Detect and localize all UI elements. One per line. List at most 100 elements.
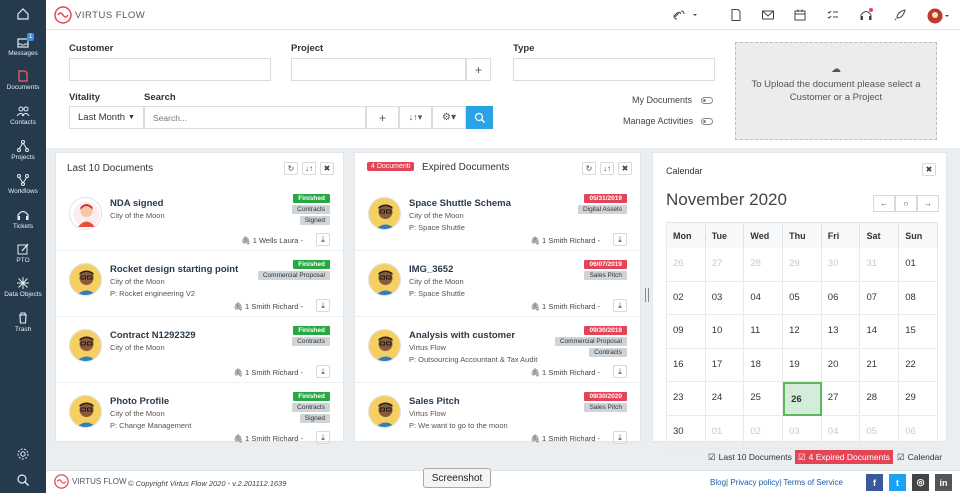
document-row[interactable]: Space Shuttle Schema City of the Moon P: S… [355, 185, 640, 251]
instagram-icon[interactable]: ◎ [912, 474, 929, 491]
calendar-day[interactable]: 04 [821, 415, 861, 449]
twitter-icon[interactable]: t [889, 474, 906, 491]
calendar-day[interactable]: 19 [783, 348, 822, 382]
document-name[interactable]: IMG_3652 [409, 264, 453, 275]
calendar-day[interactable]: 23 [667, 382, 706, 416]
nav-data-objects[interactable]: Data Objects [0, 274, 46, 308]
calendar-day[interactable]: 14 [860, 315, 900, 349]
download-button[interactable]: ⤓ [613, 299, 627, 312]
calendar-day[interactable]: 07 [860, 281, 900, 315]
document-name[interactable]: Contract N1292329 [110, 330, 196, 341]
facebook-icon[interactable]: f [866, 474, 883, 491]
document-name[interactable]: Analysis with customer [409, 330, 515, 341]
refresh-button[interactable]: ↻ [284, 162, 298, 175]
download-button[interactable]: ⤓ [316, 233, 330, 246]
calendar-day[interactable]: 11 [744, 315, 784, 349]
calendar-day[interactable]: 28 [744, 248, 784, 282]
refresh-button[interactable]: ↻ [582, 162, 596, 175]
nav-workflows[interactable]: Workflows [0, 171, 46, 205]
sort-button[interactable]: ↓↑▾ [399, 106, 432, 129]
calendar-day[interactable]: 27 [821, 382, 861, 416]
vitality-select[interactable]: Last Month ▼ [69, 106, 144, 129]
close-button[interactable]: ✖ [922, 163, 936, 176]
mail-icon[interactable] [761, 8, 775, 22]
document-name[interactable]: Space Shuttle Schema [409, 198, 511, 209]
rocket-icon[interactable] [893, 8, 907, 22]
calendar-day[interactable]: 06 [821, 281, 861, 315]
calendar-day[interactable]: 12 [783, 315, 822, 349]
settings-dropdown[interactable]: ⚙▾ [432, 106, 466, 129]
calendar-day[interactable]: 15 [899, 315, 938, 349]
tab-expired-documents[interactable]: ☑ 4 Expired Documents [795, 450, 893, 464]
add-project-button[interactable]: + [466, 58, 491, 81]
global-search-button[interactable] [0, 471, 46, 489]
calendar-day[interactable]: 08 [899, 281, 938, 315]
document-row[interactable]: Rocket design starting point City of the … [56, 251, 343, 317]
document-row[interactable]: Contract N1292329 City of the Moon Finishe… [56, 317, 343, 383]
calendar-day[interactable]: 10 [705, 315, 745, 349]
tab-last-documents[interactable]: ☑ Last 10 Documents [705, 450, 795, 464]
app-logo[interactable]: VIRTUS FLOW [54, 6, 145, 24]
nav-projects[interactable]: Projects [0, 137, 46, 171]
calendar-day[interactable]: 01 [705, 415, 745, 449]
calendar-day[interactable]: 26 [667, 248, 706, 282]
footer-links[interactable]: Blog| Privacy policy| Terms of Service [710, 478, 843, 487]
manage-activities-toggle[interactable] [701, 118, 713, 125]
download-button[interactable]: ⤓ [613, 365, 627, 378]
calendar-day[interactable]: 28 [860, 382, 900, 416]
sort-button[interactable]: ↓↑ [302, 162, 316, 175]
my-documents-toggle[interactable] [701, 97, 713, 104]
calendar-day[interactable]: 30 [667, 415, 706, 449]
calendar-day[interactable]: 03 [705, 281, 745, 315]
calendar-day[interactable]: 16 [667, 348, 706, 382]
type-input[interactable] [513, 58, 715, 81]
nav-trash[interactable]: Trash [0, 309, 46, 343]
calendar-icon[interactable] [793, 8, 807, 22]
calendar-day[interactable]: 03 [783, 415, 822, 449]
calendar-day[interactable]: 18 [744, 348, 784, 382]
nav-pto[interactable]: PTO [0, 240, 46, 274]
close-button[interactable]: ✖ [320, 162, 334, 175]
calendar-day[interactable]: 05 [783, 281, 822, 315]
document-name[interactable]: Photo Profile [110, 396, 169, 407]
calendar-day[interactable]: 31 [860, 248, 900, 282]
project-input[interactable] [291, 58, 466, 81]
tab-calendar[interactable]: ☑ Calendar [894, 450, 945, 464]
calendar-day[interactable]: 04 [744, 281, 784, 315]
prev-month-button[interactable]: ← [873, 195, 895, 212]
resize-handle[interactable] [645, 288, 649, 302]
user-avatar-menu[interactable] [927, 8, 949, 24]
calendar-day[interactable]: 09 [667, 315, 706, 349]
calendar-day-today[interactable]: 26 [783, 382, 822, 416]
calendar-day[interactable]: 20 [821, 348, 861, 382]
close-button[interactable]: ✖ [618, 162, 632, 175]
calendar-day[interactable]: 21 [860, 348, 900, 382]
document-name[interactable]: Sales Pitch [409, 396, 460, 407]
linkedin-icon[interactable]: in [935, 474, 952, 491]
download-button[interactable]: ⤓ [316, 365, 330, 378]
search-input[interactable] [144, 106, 366, 129]
calendar-day[interactable]: 13 [821, 315, 861, 349]
calendar-day[interactable]: 02 [744, 415, 784, 449]
download-button[interactable]: ⤓ [316, 431, 330, 444]
new-document-icon[interactable] [729, 8, 743, 22]
customer-input[interactable] [69, 58, 271, 81]
document-row[interactable]: Analysis with customer Virtus Flow P: Outs… [355, 317, 640, 383]
settings-button[interactable] [0, 445, 46, 463]
calendar-day[interactable]: 17 [705, 348, 745, 382]
nav-documents[interactable]: Documents [0, 67, 46, 101]
calendar-day[interactable]: 24 [705, 382, 745, 416]
nav-messages[interactable]: 1 Messages [0, 33, 46, 67]
download-button[interactable]: ⤓ [316, 299, 330, 312]
support-icon[interactable] [859, 8, 873, 22]
calendar-day[interactable]: 25 [744, 382, 784, 416]
document-row[interactable]: NDA signed City of the Moon Finished Contra… [56, 185, 343, 251]
document-row[interactable]: IMG_3652 City of the Moon P: Space Shuttle… [355, 251, 640, 317]
calendar-day[interactable]: 22 [899, 348, 938, 382]
tasks-icon[interactable] [826, 8, 840, 22]
nav-tickets[interactable]: Tickets [0, 206, 46, 240]
download-button[interactable]: ⤓ [613, 233, 627, 246]
nav-contacts[interactable]: Contacts [0, 102, 46, 136]
upload-dropzone[interactable]: ☁ To Upload the document please select a… [735, 42, 937, 140]
sort-button[interactable]: ↓↑ [600, 162, 614, 175]
